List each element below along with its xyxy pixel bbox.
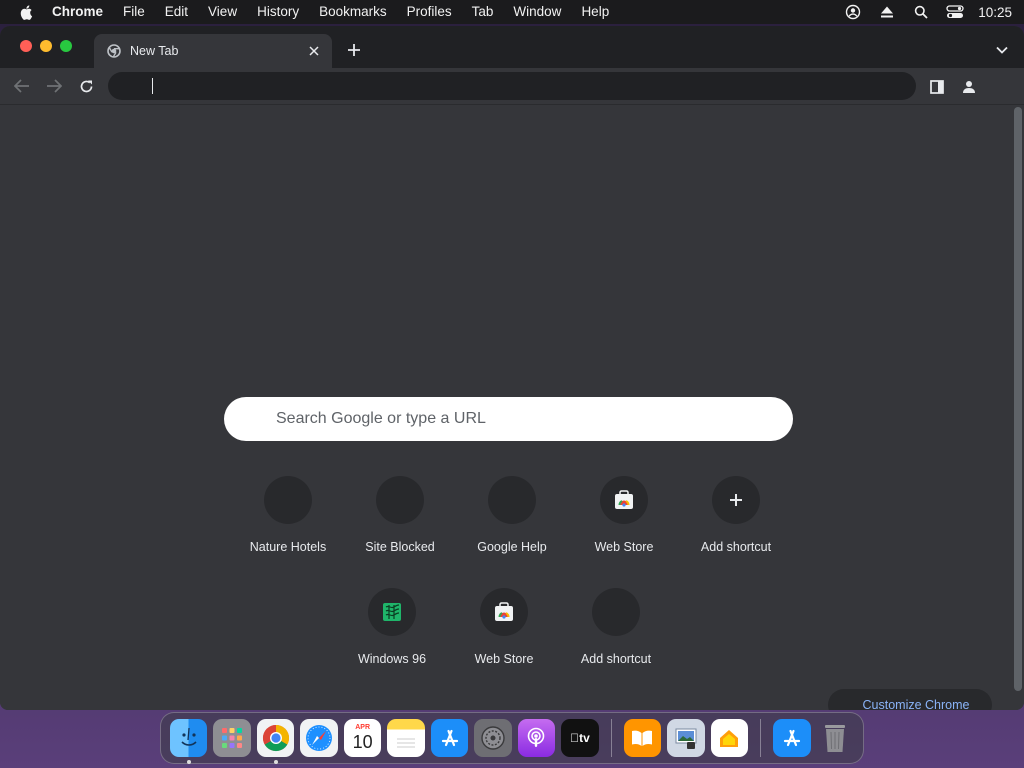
- menu-tab[interactable]: Tab: [462, 0, 504, 24]
- eject-icon[interactable]: [870, 5, 904, 19]
- launchpad-icon[interactable]: [213, 719, 251, 757]
- safari-icon[interactable]: [300, 719, 338, 757]
- side-panel-icon[interactable]: [926, 76, 948, 98]
- menu-edit[interactable]: Edit: [155, 0, 198, 24]
- window-minimize-button[interactable]: [40, 40, 52, 52]
- shortcut-favicon: [376, 476, 424, 524]
- menu-help[interactable]: Help: [571, 0, 619, 24]
- tab-close-icon[interactable]: [306, 43, 322, 59]
- macos-menu-bar: Chrome File Edit View History Bookmarks …: [0, 0, 1024, 24]
- control-center-icon[interactable]: [938, 5, 972, 19]
- omnibox-address-input[interactable]: [108, 72, 916, 100]
- menu-bookmarks[interactable]: Bookmarks: [309, 0, 397, 24]
- shortcut-label: Add shortcut: [700, 540, 772, 554]
- ntp-search-box[interactable]: Search Google or type a URL: [224, 397, 793, 441]
- calendar-day: 10: [352, 732, 373, 752]
- trash-icon[interactable]: [817, 719, 854, 757]
- books-icon[interactable]: [623, 719, 662, 757]
- shortcut-favicon: [592, 588, 640, 636]
- menu-profiles[interactable]: Profiles: [397, 0, 462, 24]
- spotlight-search-icon[interactable]: [904, 5, 938, 19]
- shortcut-favicon: [488, 476, 536, 524]
- shortcut-label: Web Store: [594, 540, 654, 554]
- menu-history[interactable]: History: [247, 0, 309, 24]
- dock-separator: [760, 719, 762, 757]
- dock-separator: [610, 719, 612, 757]
- running-indicator: [273, 760, 278, 764]
- text-caret: [152, 78, 153, 94]
- shortcut-label: Windows 96: [357, 652, 427, 666]
- shortcut-label: Web Store: [474, 652, 534, 666]
- window-close-button[interactable]: [20, 40, 32, 52]
- menu-app-name[interactable]: Chrome: [52, 0, 113, 24]
- apple-tv-label: tv: [570, 731, 590, 745]
- reload-icon[interactable]: [74, 74, 98, 98]
- system-settings-gear-icon[interactable]: [474, 719, 512, 757]
- home-icon[interactable]: [710, 719, 749, 757]
- app-store-downloads-icon[interactable]: [773, 719, 811, 757]
- shortcut-label: Nature Hotels: [249, 540, 327, 554]
- shortcut-tile[interactable]: Nature Hotels: [232, 476, 344, 554]
- customize-chrome-button[interactable]: Customize Chrome: [828, 689, 992, 710]
- menu-file[interactable]: File: [113, 0, 155, 24]
- shortcut-favicon: [264, 476, 312, 524]
- menu-view[interactable]: View: [198, 0, 247, 24]
- shortcut-label: Add shortcut: [580, 652, 652, 666]
- chrome-favicon-icon: [106, 43, 122, 59]
- notes-icon[interactable]: [387, 719, 425, 757]
- tab-strip: New Tab: [0, 26, 1024, 68]
- tab-new-tab[interactable]: New Tab: [94, 34, 332, 68]
- shortcut-tile[interactable]: Web Store: [568, 476, 680, 554]
- add-shortcut-tile[interactable]: Add shortcut: [680, 476, 792, 554]
- running-indicator: [187, 760, 191, 764]
- back-arrow-icon[interactable]: [10, 74, 34, 98]
- apple-menu-icon[interactable]: [0, 4, 52, 20]
- windows-96-icon: [368, 588, 416, 636]
- finder-icon[interactable]: [170, 719, 208, 764]
- shortcut-tile[interactable]: Site Blocked: [344, 476, 456, 554]
- calendar-month: APR: [355, 724, 370, 731]
- google-chrome-icon[interactable]: [256, 719, 295, 764]
- profile-avatar-icon[interactable]: [958, 76, 980, 98]
- app-store-icon[interactable]: [430, 719, 469, 757]
- web-store-icon: [480, 588, 528, 636]
- ntp-search-placeholder: Search Google or type a URL: [276, 410, 486, 427]
- add-plus-icon: [712, 476, 760, 524]
- new-tab-plus-icon[interactable]: [344, 40, 364, 60]
- window-controls: [20, 40, 72, 52]
- podcasts-icon[interactable]: [517, 719, 556, 757]
- menubar-clock[interactable]: 10:25: [972, 5, 1012, 20]
- shortcut-label: Google Help: [477, 540, 547, 554]
- window-zoom-button[interactable]: [60, 40, 72, 52]
- calendar-icon[interactable]: APR 10: [343, 719, 382, 757]
- menu-window[interactable]: Window: [503, 0, 571, 24]
- macos-dock: APR 10 tv: [160, 712, 864, 764]
- shortcut-label: Site Blocked: [365, 540, 435, 554]
- forward-arrow-icon[interactable]: [42, 74, 66, 98]
- shortcut-tile[interactable]: Google Help: [456, 476, 568, 554]
- tab-title: New Tab: [130, 44, 179, 58]
- preview-icon[interactable]: [667, 719, 705, 757]
- add-shortcut-tile[interactable]: Add shortcut: [560, 588, 672, 666]
- browser-toolbar: [0, 68, 1024, 141]
- shortcut-tile[interactable]: Web Store: [448, 588, 560, 666]
- apple-tv-icon[interactable]: tv: [561, 719, 599, 757]
- user-account-icon[interactable]: [836, 4, 870, 20]
- chrome-window: New Tab Search Google or type a URL Natu…: [0, 26, 1024, 710]
- page-scrollbar[interactable]: [1014, 107, 1022, 691]
- tab-search-chevron-down-icon[interactable]: [994, 42, 1010, 58]
- shortcut-tile[interactable]: Windows 96: [336, 588, 448, 666]
- new-tab-page: Search Google or type a URL Nature Hotel…: [0, 104, 1024, 710]
- web-store-icon: [600, 476, 648, 524]
